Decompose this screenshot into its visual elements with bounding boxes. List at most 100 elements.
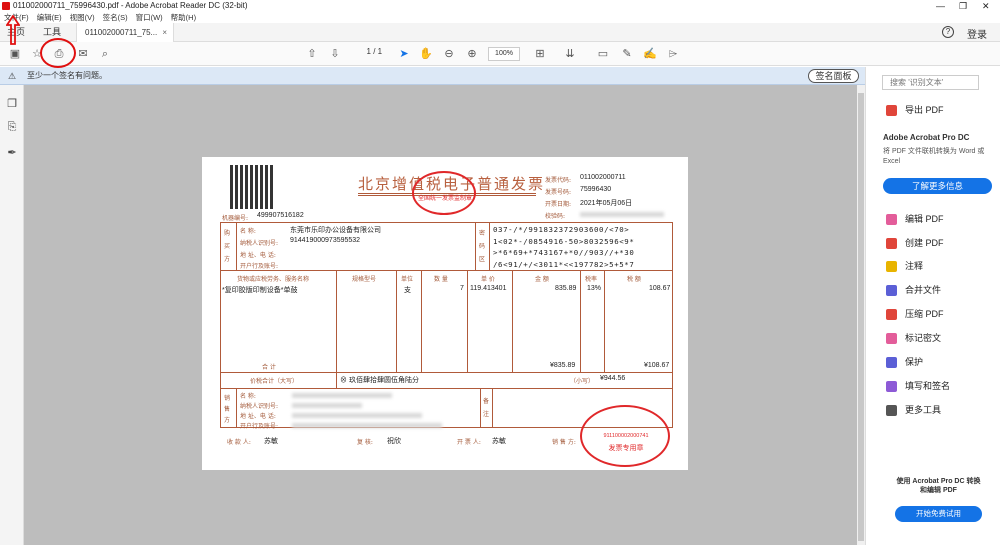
buyer-taxid: 914419000973595532 [290,237,361,244]
edit-pdf-icon [886,214,897,226]
share-tag-icon[interactable]: ⌲ [666,47,680,61]
scrollbar-thumb[interactable] [858,93,864,541]
login-button[interactable]: 登录 [967,26,987,41]
signature-panel-button[interactable]: 签名面板 [808,69,859,83]
tab-close-icon[interactable]: × [162,23,167,42]
maximize-button[interactable]: ❐ [959,0,967,12]
seller-address-redacted [292,413,422,418]
page-navigator: 1 / 1 [359,47,383,56]
seller-taxid-redacted [292,403,362,408]
check-code-redacted [580,212,664,217]
export-pdf-tool[interactable]: 导出 PDF [886,103,944,117]
menu-edit[interactable]: 编辑(E) [37,12,62,23]
menu-window[interactable]: 窗口(W) [136,12,163,23]
page-current-input[interactable]: 1 [359,47,371,56]
cipher-line: /6<91/+/<3011*<<197782>5+5*7 [493,259,635,269]
seller-section-label: 销售方 [224,395,231,424]
signature-notice-bar: ⚠ 至少一个签名有问题。 [0,67,865,85]
compress-pdf-tool[interactable]: 压缩 PDF [886,307,944,321]
fill-sign-tool[interactable]: 填写和签名 [886,379,950,393]
comment-tool-icon [886,261,897,273]
hand-tool-icon[interactable]: ✋ [419,47,433,61]
qr-code [230,165,274,209]
protect-label: 保护 [905,357,924,367]
save-icon[interactable]: ▣ [8,47,22,61]
col-tax-header: 税 额 [627,276,641,283]
learn-more-button[interactable]: 了解更多信息 [883,178,992,194]
protect-shield-icon [886,357,897,369]
sign-icon[interactable]: ✍ [643,47,657,61]
seal-text: 发票专用章 [608,445,644,452]
cipher-line: >*6*69+*743167+*0//903//+*30 [493,248,635,257]
sum-words: ⊗ 玖佰肆拾肆圆伍角陆分 [340,377,419,384]
more-tools-label: 更多工具 [905,405,942,415]
next-page-icon[interactable]: ⇩ [328,47,342,61]
minimize-button[interactable]: — [936,0,945,12]
tools-search-input[interactable]: 搜索 '识别文本' [882,75,979,90]
seller-top-line [220,388,673,389]
vertical-scrollbar[interactable] [857,85,865,545]
select-cursor-icon[interactable]: ➤ [397,47,411,61]
supervision-seal-text: 全国统一发票监制章 [417,196,472,202]
combine-files-tool[interactable]: 合并文件 [886,283,941,297]
menu-help[interactable]: 帮助(H) [171,12,196,23]
seller-section-line [236,388,237,428]
col-price-header: 单 价 [481,276,495,283]
item-price: 119.413401 [470,285,507,292]
item-name: *复印胶版印制设备*单鼓 [222,287,298,294]
compress-pdf-icon [886,309,897,321]
machine-number-label: 机器编号: [222,215,249,222]
page-total: / 1 [373,47,383,56]
comment-icon[interactable]: ▭ [596,47,610,61]
seller-name-redacted [292,393,392,398]
export-pdf-icon [886,105,897,117]
seller-bank-label: 开户行及账号: [240,423,279,430]
zoom-in-icon[interactable]: ⊕ [465,47,479,61]
zoom-out-icon[interactable]: ⊖ [442,47,456,61]
comment-tool[interactable]: 注释 [886,259,923,273]
cipher-line: 037-/*/991832372903600/<70> [493,225,630,234]
prev-page-icon[interactable]: ⇧ [305,47,319,61]
seller-taxid-label: 纳税人识别号: [240,403,279,410]
highlight-pen-icon[interactable]: ✎ [620,47,634,61]
create-pdf-tool[interactable]: 创建 PDF [886,236,944,250]
warning-pen-icon: ⚠ [8,71,17,81]
window-title: 011002000711_75996430.pdf - Adobe Acroba… [13,1,248,10]
attachments-icon[interactable]: ⎘ [5,121,19,135]
item-unit: 支 [404,287,411,294]
redact-tool[interactable]: 标记密文 [886,331,941,345]
signatures-icon[interactable]: ✒ [5,146,19,160]
payee: 苏敏 [264,438,278,445]
create-pdf-icon [886,238,897,250]
col-amount-header: 金 额 [535,276,549,283]
cipher-label-line [489,222,490,270]
invoice-number: 75996430 [580,186,612,193]
menu-view[interactable]: 视图(V) [70,12,95,23]
zoom-select[interactable]: 100% [488,47,520,61]
total-tax: ¥108.67 [644,362,670,369]
invoice-page: 北京增值税电子普通发票 发票代码: 011002000711 发票号码: 759… [202,157,688,470]
start-trial-button[interactable]: 开始免费试用 [895,506,982,522]
edit-pdf-tool[interactable]: 编辑 PDF [886,212,944,226]
redact-icon [886,333,897,345]
email-icon[interactable]: ✉ [76,47,90,61]
cipher-text: 037-/*/991832372903600/<70> 1<02*-/08549… [493,224,634,270]
reviewer-label: 复 核: [357,439,373,446]
page-thumbnails-icon[interactable]: ❐ [5,97,19,111]
more-tools[interactable]: 更多工具 [886,403,941,417]
tab-document[interactable]: 011002000711_75... × [76,23,174,42]
scroll-mode-icon[interactable]: ⇊ [563,47,577,61]
remark-label-line [492,388,493,428]
fit-page-icon[interactable]: ⊞ [533,47,547,61]
pro-ad-description: 将 PDF 文件联机转换为 Word 或 Excel [883,148,985,165]
search-icon[interactable]: ⌕ [98,47,112,61]
item-rate: 13% [587,285,602,292]
protect-tool[interactable]: 保护 [886,355,923,369]
remark-left-line [480,388,481,428]
col-line [421,270,422,372]
col-line [396,270,397,372]
sum-col-line [336,372,337,388]
close-window-button[interactable]: ✕ [982,0,990,12]
help-icon[interactable]: ? [942,26,954,38]
menu-sign[interactable]: 签名(S) [103,12,128,23]
